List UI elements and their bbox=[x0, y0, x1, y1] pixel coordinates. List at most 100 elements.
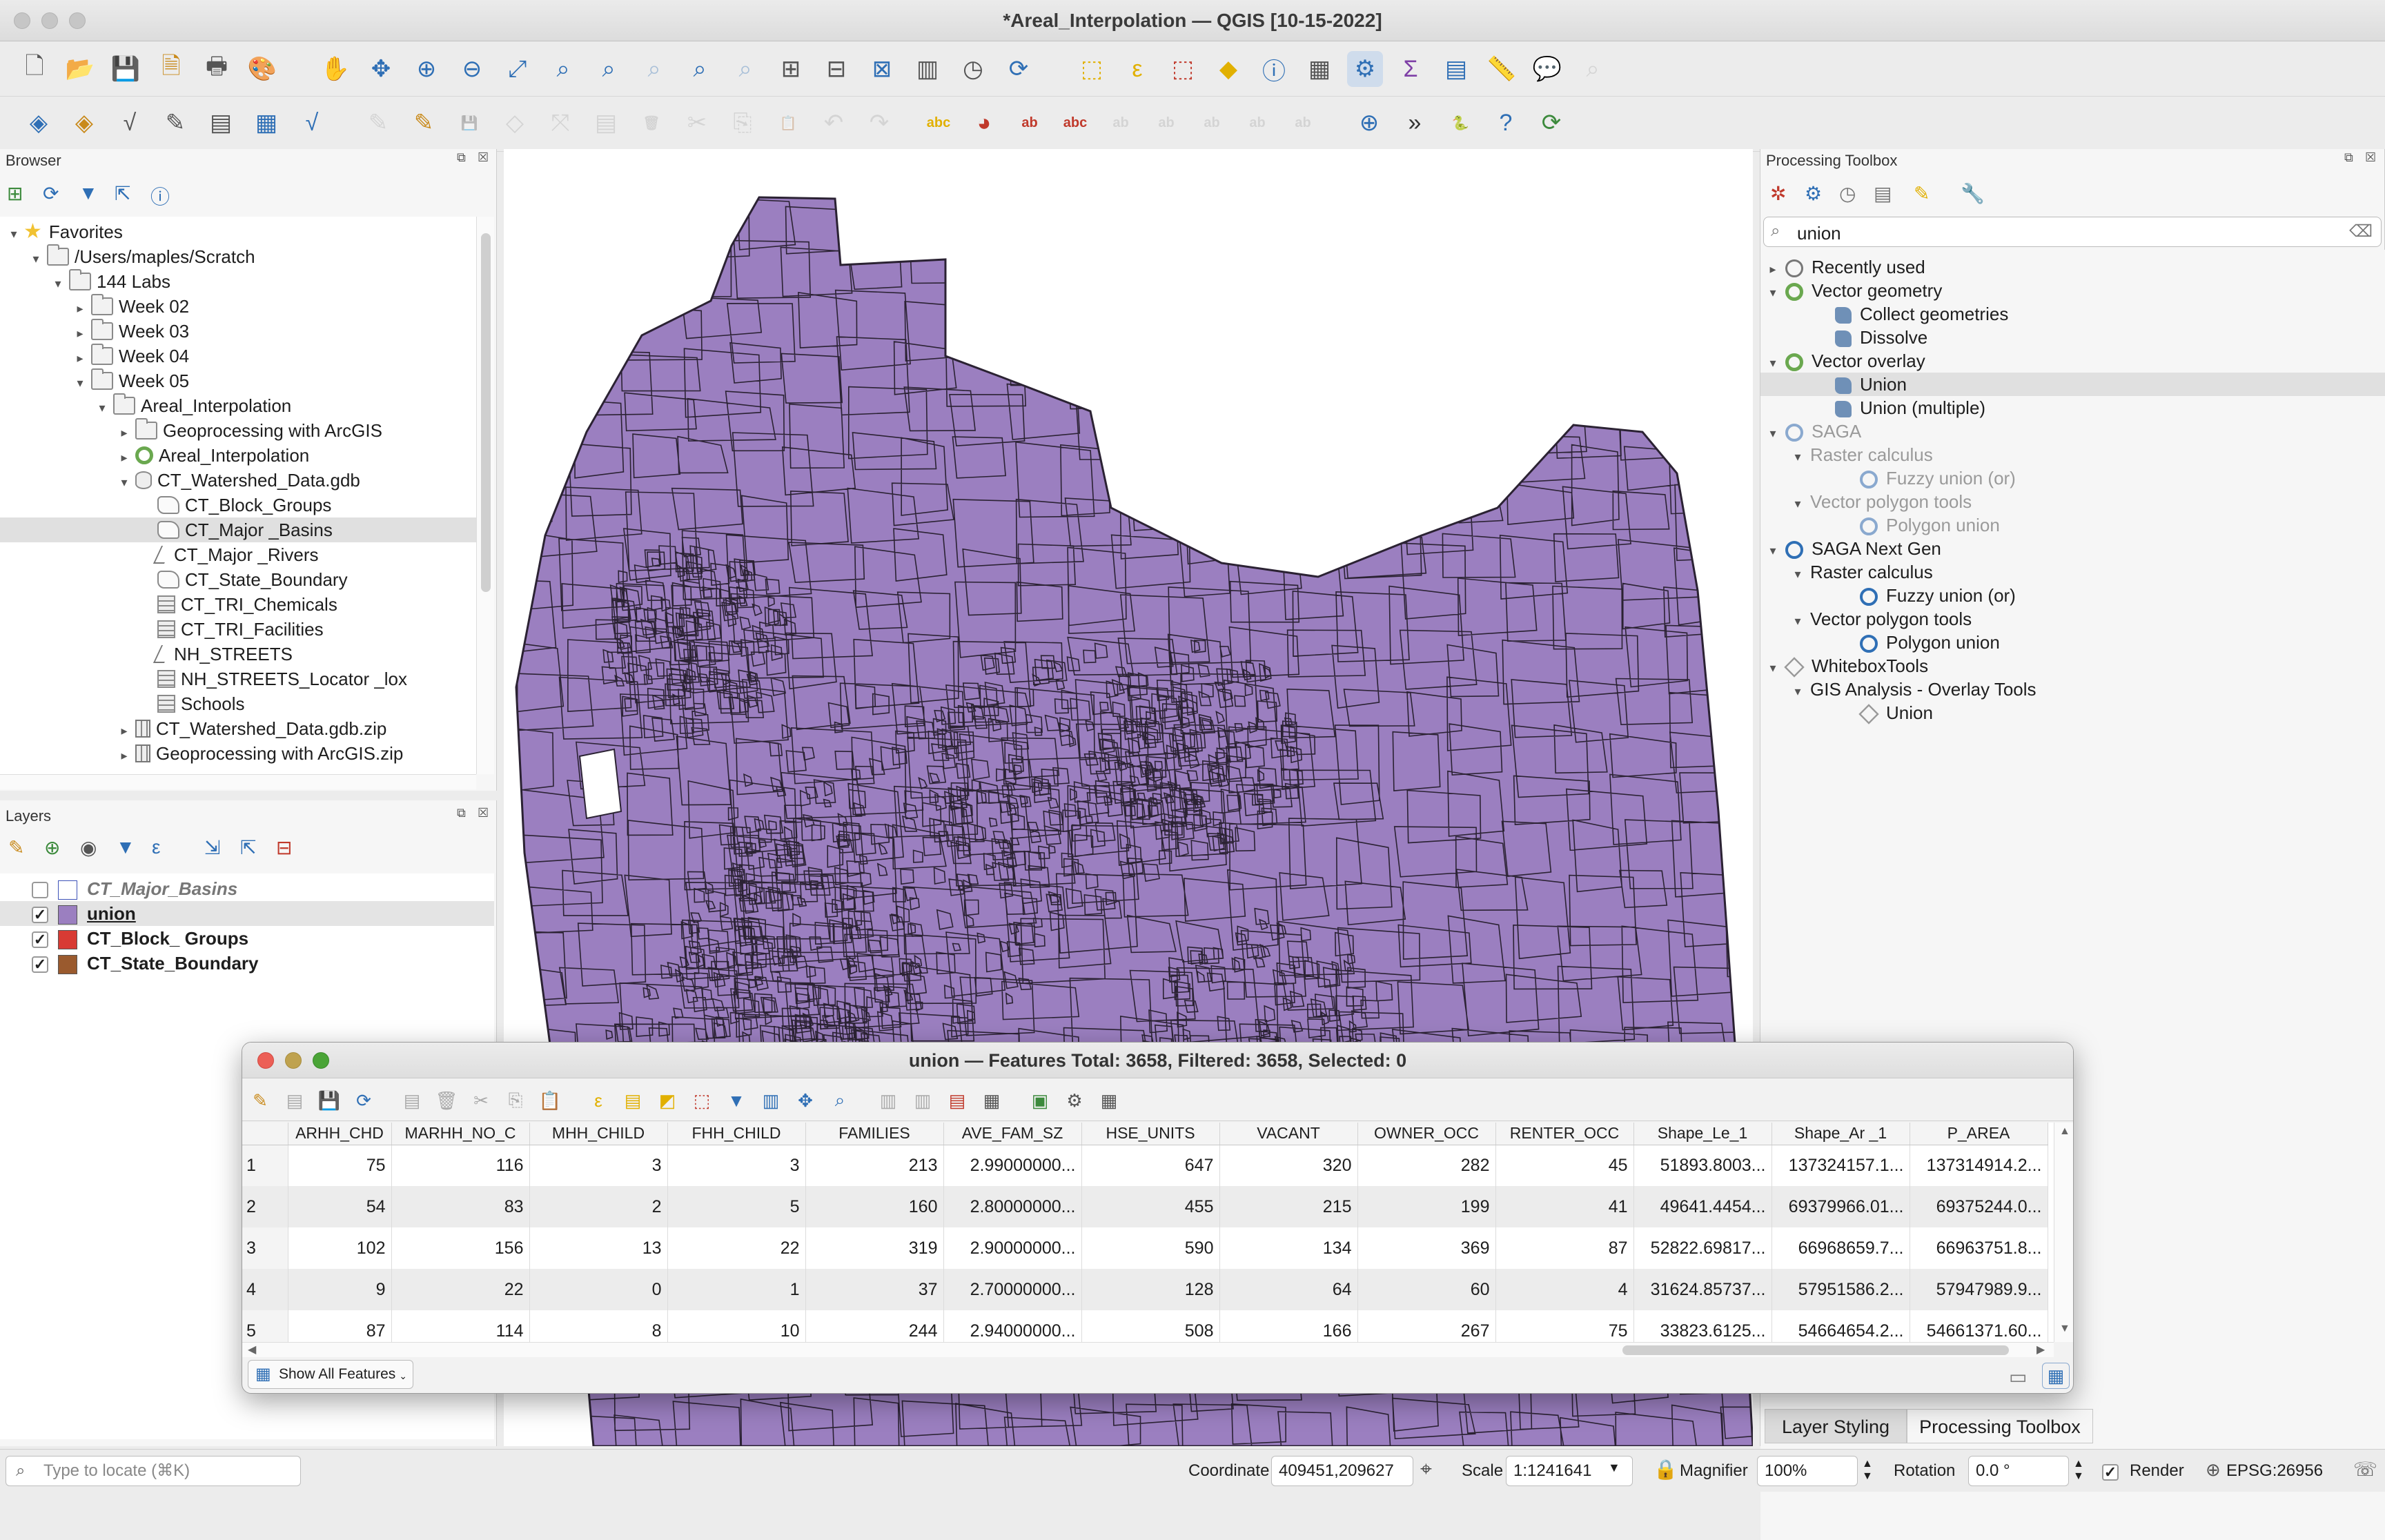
table-cell[interactable]: 137324157.1... bbox=[1771, 1145, 1910, 1186]
rotation-stepper[interactable]: ▲ ▼ bbox=[2073, 1458, 2084, 1483]
chevron-down-icon[interactable]: ▾ bbox=[29, 246, 43, 271]
row-number[interactable]: 2 bbox=[242, 1186, 288, 1227]
table-row[interactable]: 2 54 83 2 5 160 2.80000000... 455 215 199 41 49641.… bbox=[242, 1186, 2048, 1227]
minimize-window-button[interactable] bbox=[285, 1052, 302, 1069]
select-by-expression-icon[interactable]: ε bbox=[585, 1087, 612, 1114]
layer-item[interactable]: CT_Major_Basins bbox=[0, 876, 494, 901]
new-project-icon[interactable]: 🗋 bbox=[17, 51, 52, 87]
toolbox-item[interactable]: Collect geometries bbox=[1760, 302, 2385, 326]
table-cell[interactable]: 282 bbox=[1357, 1145, 1496, 1186]
row-number[interactable]: 5 bbox=[242, 1310, 288, 1342]
browser-item[interactable]: ▸ Week 04 bbox=[0, 344, 476, 368]
browser-item[interactable]: ▾ /Users/maples/Scratch bbox=[0, 244, 476, 269]
table-cell[interactable]: 2 bbox=[529, 1186, 668, 1227]
row-number[interactable]: 3 bbox=[242, 1227, 288, 1269]
table-row[interactable]: 1 75 116 3 3 213 2.99000000... 647 320 282 45 51893… bbox=[242, 1145, 2048, 1186]
table-cell[interactable]: 2.94000000... bbox=[943, 1310, 1082, 1342]
column-header[interactable]: MARHH_NO_C bbox=[391, 1123, 530, 1145]
open-attribute-table-icon[interactable]: ▦ bbox=[1302, 51, 1337, 87]
table-cell[interactable]: 87 bbox=[288, 1310, 392, 1342]
chevron-right-icon[interactable]: ▸ bbox=[117, 420, 131, 445]
table-cell[interactable]: 508 bbox=[1081, 1310, 1220, 1342]
chevron-down-icon[interactable]: ▾ bbox=[7, 221, 21, 246]
more-toolbar-icon[interactable]: » bbox=[1397, 105, 1433, 141]
pan-to-selection-icon[interactable]: ✥ bbox=[363, 51, 399, 87]
options-icon[interactable]: 🔧 bbox=[1961, 182, 1985, 205]
chevron-down-icon[interactable]: ▾ bbox=[1791, 609, 1805, 633]
panel-close-button[interactable]: ☒ bbox=[478, 806, 489, 820]
row-number[interactable]: 4 bbox=[242, 1269, 288, 1310]
show-map-tips-icon[interactable]: ▥ bbox=[910, 51, 945, 87]
table-cell[interactable]: 37 bbox=[805, 1269, 944, 1310]
table-cell[interactable]: 69379966.01... bbox=[1771, 1186, 1910, 1227]
expression-filter-icon[interactable]: ε bbox=[152, 836, 160, 858]
zoom-last-icon[interactable]: ⌕ bbox=[682, 51, 718, 87]
vertex-tool-icon[interactable]: ⤧ bbox=[542, 105, 578, 141]
statistics-icon[interactable]: Σ bbox=[1393, 51, 1429, 87]
remove-layer-icon[interactable]: ⊟ bbox=[276, 836, 292, 859]
table-cell[interactable]: 64 bbox=[1219, 1269, 1358, 1310]
dock-table-icon[interactable]: ▦ bbox=[1095, 1087, 1123, 1114]
table-cell[interactable]: 455 bbox=[1081, 1186, 1220, 1227]
multi-edit-icon[interactable]: ▤ bbox=[281, 1087, 308, 1114]
add-selected-icon[interactable]: ⊞ bbox=[7, 182, 23, 205]
table-cell[interactable]: 57951586.2... bbox=[1771, 1269, 1910, 1310]
pan-icon[interactable]: ✋ bbox=[317, 51, 353, 87]
browser-item[interactable]: CT_TRI_Chemicals bbox=[0, 592, 476, 617]
zoom-native-icon[interactable]: ⌕ bbox=[636, 51, 672, 87]
browser-item[interactable]: ▾ Areal_Interpolation bbox=[0, 393, 476, 418]
show-spatial-bookmarks-icon[interactable]: ⊠ bbox=[864, 51, 900, 87]
save-edits-icon[interactable]: 💾 bbox=[315, 1087, 343, 1114]
toolbox-item[interactable]: ▾ SAGA Next Gen bbox=[1760, 537, 2385, 560]
current-edits-icon[interactable]: ✎ bbox=[360, 105, 396, 141]
column-header[interactable]: Shape_Ar _1 bbox=[1771, 1123, 1910, 1145]
attribute-hscrollbar[interactable]: ◀ ▶ bbox=[242, 1342, 2054, 1357]
rotation-spinbox[interactable]: 0.0 ° bbox=[1968, 1456, 2069, 1486]
zoom-out-icon[interactable]: ⊖ bbox=[454, 51, 490, 87]
row-number[interactable]: 1 bbox=[242, 1145, 288, 1186]
chevron-right-icon[interactable]: ▸ bbox=[73, 346, 87, 371]
table-cell[interactable]: 160 bbox=[805, 1186, 944, 1227]
browser-item[interactable]: ▾ CT_Watershed_Data.gdb bbox=[0, 468, 476, 493]
zoom-next-icon[interactable]: ⌕ bbox=[727, 51, 763, 87]
tab-layer-styling[interactable]: Layer Styling bbox=[1765, 1409, 1907, 1443]
zoom-full-icon[interactable]: ⤢ bbox=[500, 51, 536, 87]
cut-features-icon[interactable]: ✂ bbox=[679, 105, 715, 141]
table-cell[interactable]: 9 bbox=[288, 1269, 392, 1310]
table-cell[interactable]: 156 bbox=[391, 1227, 530, 1269]
browser-scrollbar[interactable] bbox=[476, 217, 494, 774]
delete-selected-icon[interactable]: 🗑 bbox=[634, 105, 669, 141]
add-group-icon[interactable]: ⊕ bbox=[44, 836, 60, 859]
zoom-selection-icon[interactable]: ⌕ bbox=[545, 51, 581, 87]
plugin-reloader-icon[interactable]: ⟳ bbox=[1533, 105, 1569, 141]
table-cell[interactable]: 8 bbox=[529, 1310, 668, 1342]
rotate-label-icon[interactable]: ab bbox=[1148, 105, 1184, 141]
new-memory-layer-icon[interactable]: ▤ bbox=[203, 105, 239, 141]
organize-columns-icon[interactable]: ▤ bbox=[943, 1087, 971, 1114]
identify-icon[interactable]: ⓘ bbox=[1256, 51, 1292, 87]
table-cell[interactable]: 13 bbox=[529, 1227, 668, 1269]
add-raster-layer-icon[interactable]: ▦ bbox=[248, 105, 284, 141]
field-calculator-icon[interactable]: ▦ bbox=[978, 1087, 1005, 1114]
table-cell[interactable]: 244 bbox=[805, 1310, 944, 1342]
table-cell[interactable]: 31624.85737... bbox=[1633, 1269, 1772, 1310]
chevron-down-icon[interactable]: ▾ bbox=[73, 371, 87, 395]
panel-float-button[interactable]: ⧉ bbox=[457, 806, 466, 820]
table-cell[interactable]: 54661371.60... bbox=[1910, 1310, 2048, 1342]
table-cell[interactable]: 137314914.2... bbox=[1910, 1145, 2048, 1186]
browser-item[interactable]: CT_State_Boundary bbox=[0, 567, 476, 592]
redo-icon[interactable]: ↷ bbox=[861, 105, 897, 141]
browser-item[interactable]: CT_Major _Basins bbox=[0, 517, 476, 542]
toolbox-item[interactable]: Polygon union bbox=[1760, 513, 2385, 537]
expand-all-icon[interactable]: ⇲ bbox=[204, 836, 220, 859]
actions-icon[interactable]: ⚙ bbox=[1061, 1087, 1088, 1114]
chevron-down-icon[interactable]: ▾ bbox=[1791, 445, 1805, 468]
move-label-icon[interactable]: ab bbox=[1103, 105, 1139, 141]
chevron-right-icon[interactable]: ▸ bbox=[1766, 257, 1780, 281]
toolbox-item[interactable]: ▾ Vector overlay bbox=[1760, 349, 2385, 373]
table-cell[interactable]: 87 bbox=[1495, 1227, 1634, 1269]
conditional-formatting-icon[interactable]: ▣ bbox=[1026, 1087, 1054, 1114]
chevron-right-icon[interactable]: ▸ bbox=[73, 321, 87, 346]
toolbox-item[interactable]: Union bbox=[1760, 373, 2385, 396]
close-window-button[interactable] bbox=[257, 1052, 274, 1069]
